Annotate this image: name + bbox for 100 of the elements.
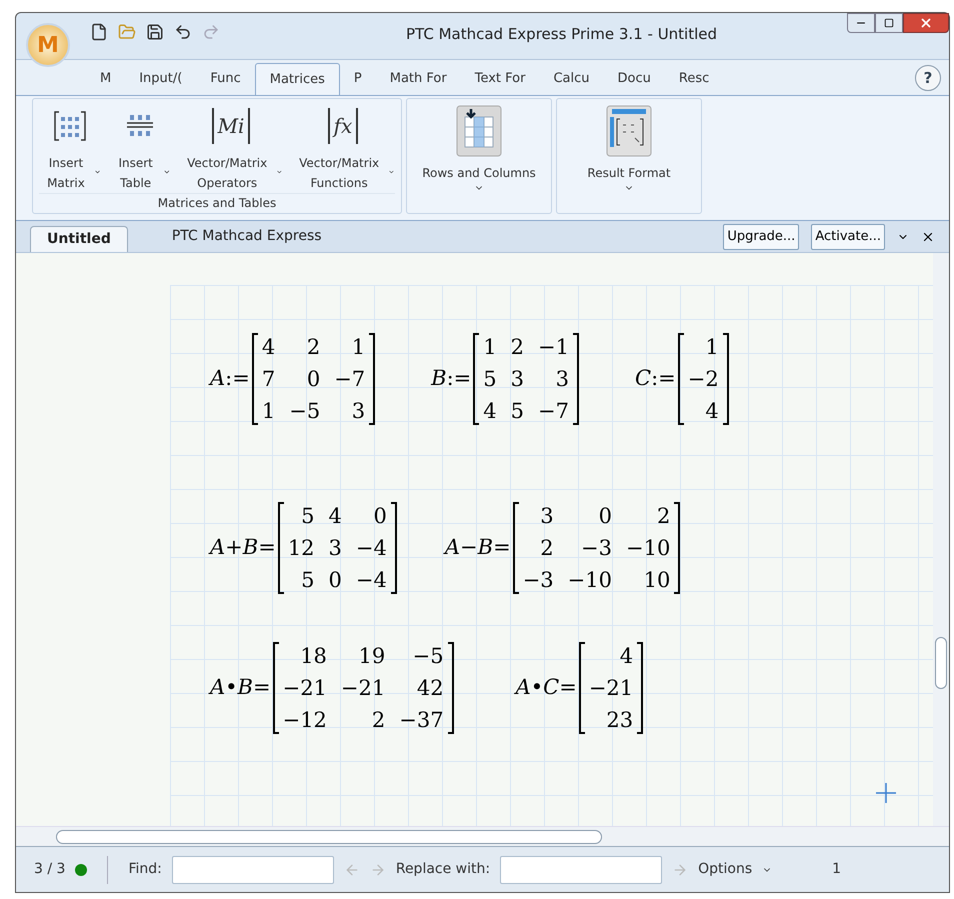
ribbon-button[interactable]: Insert Matrix — [39, 99, 101, 193]
window-title: PTC Mathcad Express Prime 3.1 - Untitled — [406, 24, 718, 45]
document-title: PTC Mathcad Express — [172, 227, 322, 246]
matrix-cell-text: −21 — [282, 675, 327, 702]
matrix-cell-text: 3 — [350, 398, 366, 425]
right-bracket-icon — [369, 333, 376, 425]
new-icon[interactable] — [90, 23, 108, 41]
matrix-cell-text: 19 — [358, 643, 386, 670]
matrix-cell-text: −4 — [356, 567, 387, 594]
matrix-cell-text: 0 — [306, 366, 320, 393]
ribbon-tab[interactable]: M — [86, 63, 126, 95]
right-bracket-icon — [637, 642, 644, 734]
matrix-cell-text: 4 — [328, 503, 342, 530]
left-bracket-icon — [278, 502, 284, 594]
ribbon-tab[interactable]: Resc — [664, 63, 724, 95]
matrix-cell-text: 2 — [539, 535, 554, 562]
matrix-cell-text: 12 — [288, 535, 315, 562]
replace-field[interactable] — [500, 856, 662, 884]
maximize-icon — [884, 18, 894, 28]
result-format-icon — [606, 105, 652, 157]
matrix-cell-text: 3 — [510, 366, 524, 393]
ribbon-tab[interactable]: Matrices — [254, 63, 340, 95]
matrix-cell-text: 0 — [372, 503, 387, 530]
left-bracket-icon — [252, 333, 258, 425]
matrix-cell-text: −7 — [334, 366, 366, 393]
matrix-cell-text: 7 — [262, 366, 276, 393]
matrix-cell-text: −3 — [522, 567, 554, 594]
matrix-cell-text: 23 — [605, 707, 634, 734]
matrix-cell-text: 1 — [704, 334, 719, 361]
matrix-cell-text: 5 — [483, 366, 497, 393]
minimize-button[interactable] — [847, 13, 875, 33]
matrix-cell-text: 3 — [539, 503, 554, 530]
matrix-cell-text: −12 — [282, 707, 327, 734]
header-button[interactable]: Upgrade... — [723, 224, 800, 250]
expression-name: B — [431, 365, 447, 392]
find-field[interactable] — [172, 856, 334, 884]
ribbon-button[interactable]: fx Vector/Matrix Functions — [291, 99, 395, 193]
matrix-cell-text: −10 — [626, 535, 670, 562]
matrix-cell-text: −5 — [289, 398, 320, 425]
matrix-cell-text: 1 — [483, 334, 497, 361]
close-button[interactable] — [903, 13, 949, 33]
document-tab[interactable]: Untitled — [30, 226, 128, 252]
matrix-cell-text: −2 — [688, 366, 719, 393]
right-bracket-icon — [448, 642, 454, 734]
undo-icon[interactable] — [174, 23, 192, 41]
find-label: Find: — [128, 860, 162, 879]
next-icon[interactable] — [370, 862, 386, 878]
matrix-cell-text: 0 — [328, 567, 342, 594]
ribbon-tab[interactable]: Text For — [460, 63, 540, 95]
matrix-cell-text: 2 — [656, 503, 670, 530]
matrix-cell-text: −21 — [340, 675, 386, 702]
matrix-cell-text: 5 — [300, 503, 315, 530]
matrix-cell-text: −37 — [399, 707, 444, 734]
ribbon-tab[interactable]: Func — [196, 63, 255, 95]
operator: := — [225, 365, 250, 392]
maximize-button[interactable] — [875, 13, 903, 33]
ribbon-button[interactable]: Rows and Columns — [413, 99, 545, 213]
ribbon-tab[interactable]: Calcu — [539, 63, 604, 95]
matrix-cell-text: 4 — [704, 398, 719, 425]
matrix-cell-text: 3 — [554, 366, 569, 393]
expression-name: A — [210, 365, 226, 392]
vertical-scrollbar[interactable] — [933, 253, 949, 826]
table-insert-icon — [456, 105, 502, 157]
previous-icon[interactable] — [344, 862, 360, 878]
ribbon-tab[interactable]: Math For — [376, 63, 461, 95]
redo-icon[interactable] — [202, 23, 220, 41]
matrix-cell-text: 3 — [328, 535, 342, 562]
expression-name: A•B — [210, 674, 253, 702]
right-bracket-icon — [722, 333, 729, 425]
open-icon[interactable] — [118, 23, 136, 41]
ribbon-button[interactable]: Result Format — [563, 99, 695, 213]
ribbon-button[interactable]: Insert Table — [109, 99, 171, 193]
matrix-cell-text: 18 — [299, 643, 327, 670]
cursor-icon — [876, 783, 896, 803]
close-icon[interactable] — [921, 230, 935, 244]
expression-name: A•C — [516, 674, 560, 702]
left-bracket-icon — [678, 333, 684, 425]
options-button[interactable]: Options — [698, 859, 752, 880]
left-bracket-icon — [272, 642, 279, 734]
ribbon-button[interactable]: Mi Vector/Matrix Operators — [179, 99, 283, 193]
replace-label: Replace with: — [396, 860, 490, 879]
matrix-cell-text: −5 — [412, 643, 444, 670]
ribbon-tab[interactable]: Docu — [604, 63, 665, 95]
matrix-cell-text: 1 — [262, 398, 276, 425]
ribbon-tab[interactable]: P — [340, 63, 376, 95]
close-icon — [919, 16, 933, 30]
group-label: Matrices and Tables — [39, 193, 395, 214]
header-button[interactable]: Activate... — [811, 224, 885, 250]
left-bracket-icon — [473, 333, 480, 425]
ribbon-tab[interactable]: Input/( — [125, 63, 196, 95]
right-bracket-icon — [390, 502, 397, 594]
matrix-cell-text: 2 — [306, 334, 320, 361]
operator: = — [258, 534, 276, 562]
operator: := — [446, 365, 472, 392]
save-icon[interactable] — [146, 23, 164, 41]
horizontal-scrollbar[interactable] — [16, 826, 949, 846]
matrix-cell-text: 0 — [598, 503, 612, 530]
expression-name: C — [634, 365, 652, 392]
help-button[interactable]: ? — [915, 65, 941, 91]
matrix-cell-text: −1 — [538, 334, 569, 361]
